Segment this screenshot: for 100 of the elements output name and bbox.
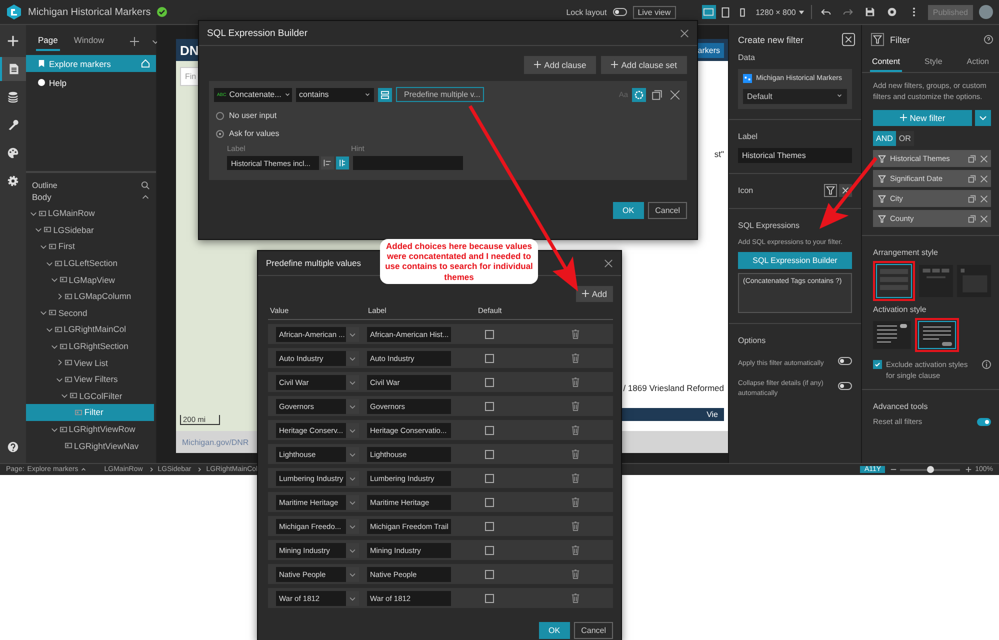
list-icon[interactable] bbox=[378, 88, 392, 102]
chevron-down-icon[interactable] bbox=[50, 276, 58, 284]
trash-icon[interactable] bbox=[571, 497, 580, 507]
chevron-down-icon[interactable] bbox=[46, 326, 53, 333]
chevron-up-icon[interactable] bbox=[141, 192, 150, 202]
align-left-icon[interactable] bbox=[321, 156, 334, 170]
copy-icon[interactable] bbox=[650, 88, 664, 102]
outline-item[interactable]: LGRightMainCol bbox=[26, 321, 154, 338]
toggle-activation-option[interactable] bbox=[873, 321, 911, 349]
ok-button[interactable]: OK bbox=[538, 622, 570, 639]
outline-item[interactable]: LGSidebar bbox=[26, 222, 154, 238]
outline-item[interactable]: LGRightViewNav bbox=[26, 437, 154, 454]
resolution-dropdown[interactable]: 1280 × 800 bbox=[756, 8, 805, 16]
cancel-button[interactable]: Cancel bbox=[648, 202, 687, 219]
label-input[interactable]: Historical Themes bbox=[738, 148, 852, 163]
trash-icon[interactable] bbox=[571, 521, 580, 531]
trash-icon[interactable] bbox=[571, 449, 580, 459]
save-icon[interactable] bbox=[864, 7, 875, 17]
outline-item[interactable]: LGColFilter bbox=[26, 388, 154, 404]
default-checkbox[interactable] bbox=[485, 522, 494, 530]
settings-tab[interactable]: Action bbox=[964, 54, 991, 72]
close-icon[interactable] bbox=[680, 28, 689, 38]
filter-icon[interactable] bbox=[824, 184, 837, 197]
list-icon[interactable] bbox=[336, 156, 349, 170]
chevron-down-icon[interactable] bbox=[40, 309, 48, 316]
outline-item[interactable]: Filter bbox=[26, 404, 154, 421]
default-checkbox[interactable] bbox=[485, 378, 494, 386]
close-icon[interactable] bbox=[604, 258, 613, 268]
default-checkbox[interactable] bbox=[485, 354, 494, 362]
close-icon[interactable] bbox=[842, 33, 855, 46]
radio-button[interactable] bbox=[216, 130, 224, 138]
close-icon[interactable] bbox=[980, 214, 988, 222]
copy-icon[interactable] bbox=[968, 194, 976, 202]
copy-icon[interactable] bbox=[968, 174, 976, 182]
trash-icon[interactable] bbox=[571, 593, 580, 603]
default-checkbox[interactable] bbox=[485, 546, 494, 554]
dropdown-button[interactable] bbox=[975, 110, 991, 126]
logic-toggle[interactable]: OR bbox=[896, 131, 914, 146]
logic-toggle[interactable]: AND bbox=[873, 131, 896, 146]
help-icon[interactable] bbox=[984, 35, 993, 44]
trash-icon[interactable] bbox=[571, 569, 580, 579]
outline-item[interactable]: LGLeftSection bbox=[26, 254, 154, 272]
trash-icon[interactable] bbox=[571, 425, 580, 435]
chevron-down-icon[interactable] bbox=[40, 242, 48, 250]
chevron-down-icon[interactable] bbox=[50, 426, 58, 433]
outline-item[interactable]: First bbox=[26, 238, 154, 255]
value-field[interactable]: Predefine multiple v... bbox=[396, 87, 484, 102]
outline-item[interactable]: View Filters bbox=[26, 370, 154, 388]
outline-item[interactable]: View List bbox=[26, 354, 154, 371]
trash-icon[interactable] bbox=[571, 353, 580, 363]
close-icon[interactable] bbox=[980, 154, 988, 162]
lock-layout-toggle[interactable] bbox=[612, 8, 627, 16]
sql-expression-builder-button[interactable]: SQL Expression Builder bbox=[738, 252, 852, 269]
option-toggle[interactable] bbox=[838, 382, 852, 390]
trash-icon[interactable] bbox=[571, 377, 580, 387]
outline-item[interactable]: LGMainRow bbox=[26, 205, 154, 222]
search-icon[interactable] bbox=[141, 180, 150, 190]
plus-icon[interactable] bbox=[965, 466, 972, 473]
exclude-checkbox[interactable] bbox=[873, 360, 882, 369]
option-toggle[interactable] bbox=[838, 356, 852, 365]
page-item[interactable]: Help bbox=[26, 74, 156, 91]
cancel-button[interactable]: Cancel bbox=[574, 622, 613, 639]
panel-tab[interactable]: Window bbox=[72, 31, 106, 51]
default-checkbox[interactable] bbox=[485, 402, 494, 410]
minus-icon[interactable] bbox=[890, 466, 898, 473]
default-checkbox[interactable] bbox=[485, 330, 494, 338]
default-checkbox[interactable] bbox=[485, 570, 494, 578]
default-checkbox[interactable] bbox=[485, 498, 494, 506]
chevron-right-icon[interactable] bbox=[56, 359, 63, 366]
live-view-button[interactable]: Live view bbox=[632, 6, 676, 18]
page-item[interactable]: Explore markers bbox=[26, 55, 156, 72]
add-button[interactable]: Add bbox=[576, 286, 613, 302]
operator-dropdown[interactable]: contains bbox=[296, 88, 374, 102]
new-filter-button[interactable]: New filter bbox=[873, 110, 972, 126]
view-dropdown[interactable]: Default bbox=[743, 89, 847, 104]
copy-icon[interactable] bbox=[968, 214, 976, 222]
redo-icon[interactable] bbox=[842, 7, 853, 17]
radio-button[interactable] bbox=[216, 112, 224, 120]
chevron-down-icon[interactable] bbox=[35, 226, 42, 234]
copy-icon[interactable] bbox=[968, 154, 976, 162]
default-checkbox[interactable] bbox=[485, 594, 494, 602]
default-checkbox[interactable] bbox=[485, 426, 494, 434]
add-clause-set-button[interactable]: Add clause set bbox=[601, 56, 687, 74]
chevron-down-icon[interactable] bbox=[56, 376, 63, 383]
trash-icon[interactable] bbox=[571, 545, 580, 555]
default-checkbox[interactable] bbox=[485, 450, 494, 458]
add-icon[interactable] bbox=[130, 36, 140, 46]
outline-item[interactable]: LGRightViewRow bbox=[26, 420, 154, 438]
close-icon[interactable] bbox=[980, 194, 988, 202]
undo-icon[interactable] bbox=[820, 7, 831, 17]
outline-item[interactable]: LGMapView bbox=[26, 271, 154, 288]
close-icon[interactable] bbox=[668, 88, 682, 102]
trash-icon[interactable] bbox=[571, 473, 580, 483]
page-rail-button[interactable] bbox=[0, 57, 26, 81]
desktop-device-button[interactable] bbox=[702, 5, 716, 19]
chevron-down-icon[interactable] bbox=[30, 210, 37, 217]
slider-thumb[interactable] bbox=[926, 466, 934, 473]
preview-icon[interactable] bbox=[886, 7, 897, 17]
settings-tab[interactable]: Style bbox=[922, 54, 944, 72]
avatar[interactable] bbox=[979, 5, 993, 19]
